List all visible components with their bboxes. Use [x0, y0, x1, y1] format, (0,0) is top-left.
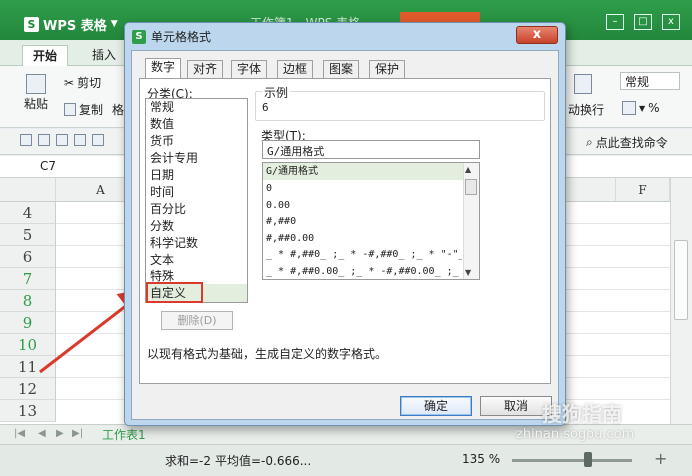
watermark-text: 搜狗指南	[542, 402, 622, 426]
ok-button[interactable]: 确定	[400, 396, 472, 416]
annotation-highlight-box	[146, 282, 203, 303]
type-item[interactable]: _ * #,##0.00_ ;_ * -#,##0.00_ ;_ * "-"??…	[266, 263, 462, 280]
type-item[interactable]: 0.00	[266, 197, 462, 214]
type-list-scroll-thumb[interactable]	[465, 179, 477, 195]
watermark-url: zhinan.sogou.com	[516, 427, 635, 442]
delete-button[interactable]: 删除(D)	[161, 311, 233, 330]
category-item[interactable]: 数值	[150, 116, 174, 133]
tab-number[interactable]: 数字	[145, 58, 182, 79]
type-item[interactable]: G/通用格式	[266, 163, 462, 180]
category-item[interactable]: 常规	[150, 99, 174, 116]
dialog-close-button[interactable]: x	[516, 26, 558, 44]
category-item[interactable]: 会计专用	[150, 150, 198, 167]
type-item[interactable]: _ * #,##0_ ;_ * -#,##0_ ;_ * "-"_ ;_ @_	[266, 246, 462, 263]
tab-border[interactable]: 边框	[277, 60, 314, 79]
category-item[interactable]: 分数	[150, 218, 174, 235]
type-item[interactable]: #,##0.00	[266, 230, 462, 247]
type-item[interactable]: 0	[266, 180, 462, 197]
scroll-down-icon[interactable]: ▼	[465, 268, 471, 277]
category-item[interactable]: 科学记数	[150, 235, 198, 252]
format-description: 以现有格式为基础，生成自定义的数字格式。	[147, 347, 388, 361]
tab-alignment[interactable]: 对齐	[187, 60, 224, 79]
type-item[interactable]: #,##0	[266, 213, 462, 230]
sample-group	[255, 91, 545, 121]
tab-protection[interactable]: 保护	[369, 60, 406, 79]
dialog-title: S 单元格格式	[132, 28, 211, 45]
sample-label: 示例	[262, 84, 291, 101]
tab-font[interactable]: 字体	[231, 60, 268, 79]
dialog-title-text: 单元格格式	[151, 30, 212, 44]
category-item[interactable]: 百分比	[150, 201, 186, 218]
scroll-up-icon[interactable]: ▲	[465, 165, 471, 174]
tab-pattern[interactable]: 图案	[323, 60, 360, 79]
category-item[interactable]: 时间	[150, 184, 174, 201]
sample-value: 6	[262, 101, 269, 114]
category-item[interactable]: 货币	[150, 133, 174, 150]
type-input[interactable]: G/通用格式	[262, 140, 480, 159]
wps-logo-icon: S	[132, 29, 146, 44]
category-item[interactable]: 文本	[150, 252, 174, 269]
category-item[interactable]: 日期	[150, 167, 174, 184]
